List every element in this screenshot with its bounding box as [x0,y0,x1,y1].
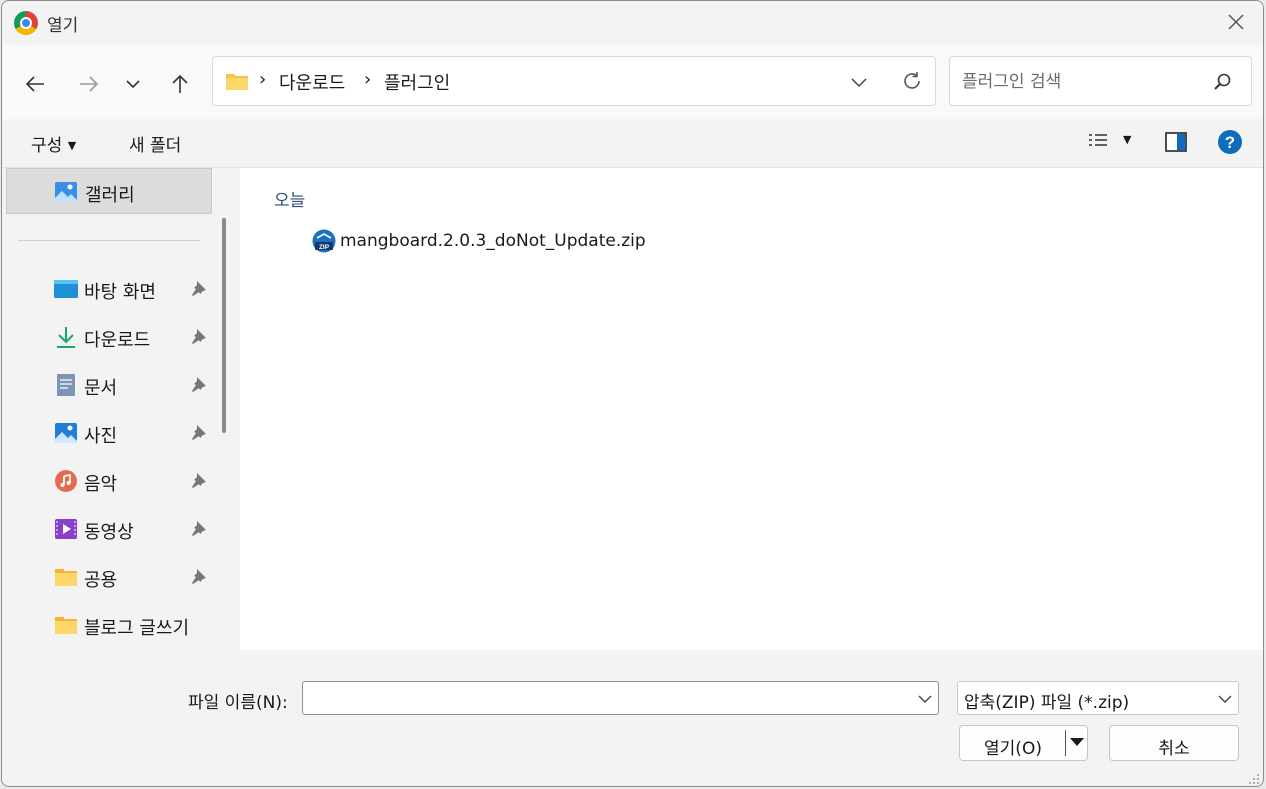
title-bar: 열기 [2,1,1263,45]
pin-icon [192,281,206,296]
navigation-bar: › 다운로드 › 플러그인 [2,45,1263,119]
file-item[interactable]: ZIP mangboard.2.0.3_doNot_Update.zip [310,226,650,256]
recent-locations-button[interactable] [118,69,148,99]
breadcrumb-separator: › [364,69,372,90]
folder-icon [55,617,77,634]
sidebar-item-desktop[interactable]: 바탕 화면 [6,266,212,312]
search-box[interactable] [949,56,1252,106]
breadcrumb-plugins[interactable]: 플러그인 [384,69,450,95]
music-icon [55,470,77,492]
folder-icon [226,74,248,90]
help-icon[interactable]: ? [1217,129,1243,155]
up-button[interactable] [165,69,195,99]
chevron-down-icon[interactable] [851,74,867,90]
zip-file-icon: ZIP [312,229,336,253]
address-bar[interactable]: › 다운로드 › 플러그인 [212,56,936,106]
filename-combobox[interactable] [302,681,939,715]
sidebar-item-downloads[interactable]: 다운로드 [6,314,212,360]
folder-icon [55,569,77,586]
pictures-icon [55,423,77,443]
sidebar-item-pictures[interactable]: 사진 [6,410,212,456]
search-input[interactable] [960,67,1204,97]
chevron-down-icon [1218,695,1232,703]
pin-icon [192,569,206,584]
document-icon [57,374,75,396]
command-bar: 구성 ▼ 새 폴더 ▼ ? [2,119,1263,168]
refresh-icon[interactable] [901,70,923,92]
resize-grip-icon[interactable] [1248,773,1260,785]
close-button[interactable] [1223,9,1249,35]
sidebar-item-documents[interactable]: 문서 [6,362,212,408]
cancel-button[interactable]: 취소 [1109,725,1239,761]
view-options-caret-icon[interactable]: ▼ [1123,133,1131,146]
breadcrumb-downloads[interactable]: 다운로드 [279,69,345,95]
forward-button[interactable] [74,69,104,99]
arrow-left-icon [25,76,44,92]
pin-icon [192,521,206,536]
sidebar-item-label: 블로그 글쓰기 [84,618,190,639]
chevron-down-icon [126,80,140,89]
close-icon [1228,14,1244,30]
view-details-icon[interactable] [1088,133,1108,151]
open-file-dialog: 열기 › 다운로드 › 플러그인 플러그인 검색 구성 ▼ 새 폴더 ▼ ? 갤… [1,0,1264,787]
sidebar-scrollbar[interactable] [222,218,226,433]
file-type-select[interactable]: 압축(ZIP) 파일 (*.zip) [957,681,1239,715]
sidebar-item-label: 동영상 [84,522,134,543]
sidebar-item-label: 바탕 화면 [84,282,156,303]
filename-label: 파일 이름(N): [188,693,288,713]
chevron-down-icon[interactable] [918,692,932,706]
video-icon [55,519,77,539]
sidebar-item-music[interactable]: 음악 [6,458,212,504]
window-title: 열기 [47,16,79,36]
pin-icon [192,473,206,488]
chrome-icon [14,11,38,35]
open-options-arrow-icon[interactable] [1070,738,1084,746]
sidebar-item-label: 음악 [84,474,118,495]
sidebar-item-label: 문서 [84,378,118,399]
pin-icon [192,329,206,344]
sidebar-item-label: 다운로드 [84,330,151,351]
search-icon[interactable] [1213,72,1233,92]
arrow-right-icon [80,76,99,92]
pin-icon [192,377,206,392]
sidebar-item-label: 사진 [84,426,118,447]
open-button-label: 열기(O) [984,739,1042,759]
arrow-up-icon [172,74,188,93]
sidebar-item-label: 갤러리 [85,185,135,206]
open-button[interactable]: 열기(O) [959,725,1088,761]
svg-text:?: ? [1225,133,1235,152]
back-button[interactable] [20,69,50,99]
organize-label: 구성 [31,136,63,156]
filename-input[interactable] [309,686,903,712]
file-list: 오늘 ZIP mangboard.2.0.3_doNot_Update.zip [240,168,1263,650]
split-divider [1065,730,1066,756]
organize-button[interactable]: 구성 ▼ [31,131,76,156]
caret-down-icon: ▼ [67,139,77,152]
dialog-footer: 파일 이름(N): 압축(ZIP) 파일 (*.zip) 열기(O) 취소 [2,650,1263,786]
breadcrumb-separator: › [259,69,267,90]
sidebar-item-blog-writing[interactable]: 블로그 글쓰기 [6,602,212,648]
file-name: mangboard.2.0.3_doNot_Update.zip [340,231,646,251]
new-folder-button[interactable]: 새 폴더 [129,131,181,156]
sidebar-item-label: 공용 [84,570,118,591]
sidebar-item-public[interactable]: 공용 [6,554,212,600]
download-icon [57,327,75,348]
sidebar-divider [18,240,200,241]
sidebar-item-videos[interactable]: 동영상 [6,506,212,552]
desktop-icon [54,280,78,298]
sidebar-item-gallery[interactable]: 갤러리 [6,168,212,214]
cancel-button-label: 취소 [1158,739,1190,759]
gallery-icon [55,182,77,202]
navigation-pane: 갤러리 바탕 화면 다운로드 문서 사진 음악 동영상 공용 블로그 글쓰기 [2,168,236,650]
group-header-today[interactable]: 오늘 [274,186,305,211]
preview-pane-icon[interactable] [1165,132,1187,152]
svg-text:ZIP: ZIP [319,244,330,251]
file-type-value: 압축(ZIP) 파일 (*.zip) [964,693,1130,713]
pin-icon [192,425,206,440]
